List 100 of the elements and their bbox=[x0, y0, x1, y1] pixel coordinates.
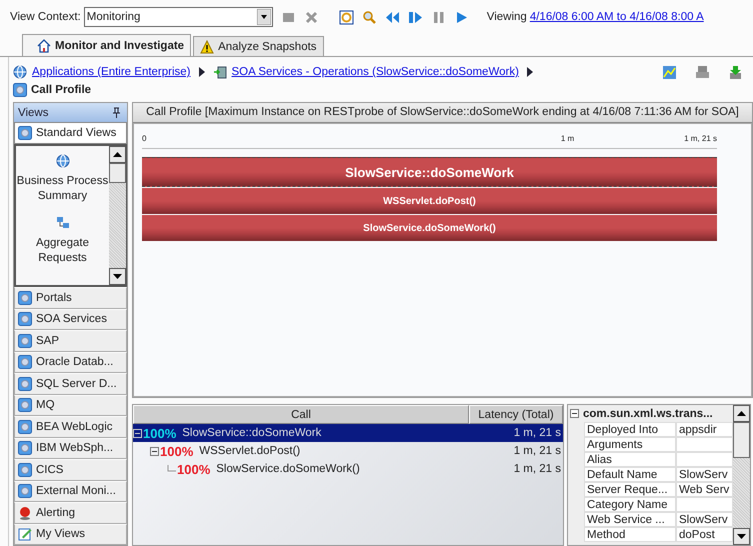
property-value: SlowServ bbox=[676, 467, 733, 482]
target-icon[interactable] bbox=[338, 10, 354, 24]
property-value: doPost bbox=[676, 527, 733, 542]
breadcrumb-link[interactable]: SOA Services - Operations (SlowService::doSomeWork) bbox=[232, 66, 519, 78]
scroll-down-icon[interactable] bbox=[109, 268, 126, 286]
property-name: Method bbox=[584, 527, 676, 542]
sidebar-section[interactable]: Standard Views bbox=[14, 122, 127, 144]
percent-value: 100% bbox=[143, 426, 176, 440]
view-icon bbox=[18, 376, 32, 391]
percent-value: 100% bbox=[177, 462, 210, 476]
viewing-label: Viewing bbox=[486, 11, 527, 23]
scrollbar[interactable] bbox=[733, 405, 750, 545]
sidebar-section[interactable]: Alerting bbox=[14, 502, 127, 524]
scroll-up-icon[interactable] bbox=[733, 405, 750, 422]
views-header: Views bbox=[14, 103, 127, 122]
property-value: appsdir bbox=[676, 422, 733, 437]
call-row[interactable]: 100% SlowService.doSomeWork() 1 m, 21 s bbox=[133, 460, 563, 478]
call-row[interactable]: 100% WSServlet.doPost() 1 m, 21 s bbox=[133, 442, 563, 460]
server-icon bbox=[212, 65, 227, 79]
sidebar-section[interactable]: My Views bbox=[14, 524, 127, 546]
rewind-icon[interactable] bbox=[384, 10, 400, 24]
axis-tick-label: 0 bbox=[142, 134, 146, 143]
call-row[interactable]: 100% SlowService::doSomeWork 1 m, 21 s bbox=[133, 424, 563, 442]
view-context-dropdown[interactable]: Monitoring bbox=[84, 7, 273, 27]
viewing-range-link[interactable]: 4/16/08 6:00 AM to 4/16/08 8:00 A bbox=[530, 11, 704, 23]
property-value bbox=[676, 497, 733, 512]
sidebar-section[interactable]: SAP bbox=[14, 330, 127, 352]
scroll-up-icon[interactable] bbox=[109, 146, 126, 163]
call-name: WSServlet.doPost() bbox=[199, 445, 300, 457]
view-icon bbox=[18, 462, 32, 477]
call-bar[interactable]: SlowService.doSomeWork() bbox=[142, 215, 717, 241]
collapse-icon[interactable] bbox=[570, 409, 579, 418]
chart-image-icon[interactable] bbox=[662, 64, 677, 80]
view-icon bbox=[18, 355, 32, 370]
delete-icon[interactable] bbox=[304, 10, 319, 24]
latency-value: 1 m, 21 s bbox=[512, 445, 562, 457]
tab[interactable]: Analyze Snapshots bbox=[193, 36, 324, 56]
column-header[interactable]: Latency (Total) bbox=[469, 405, 563, 424]
call-bar[interactable]: WSServlet.doPost() bbox=[142, 188, 717, 214]
view-icon bbox=[18, 290, 32, 305]
view-icon bbox=[18, 420, 32, 434]
view-item[interactable]: Business Process Summary bbox=[16, 154, 109, 204]
chevron-right-icon bbox=[526, 67, 533, 77]
view-icon bbox=[13, 83, 27, 97]
property-name: Alias bbox=[584, 452, 676, 467]
view-item[interactable]: Aggregate Requests bbox=[16, 216, 109, 266]
scroll-down-icon[interactable] bbox=[733, 528, 750, 545]
panel-title: Call Profile [Maximum Instance on RESTprobe of SlowService::doSomeWork ending at 4/16/08 7:11:36 AM for SOA] bbox=[133, 103, 752, 123]
latency-value: 1 m, 21 s bbox=[512, 463, 562, 475]
property-value bbox=[676, 452, 733, 467]
property-group-title: com.sun.xml.ws.trans... bbox=[583, 408, 713, 420]
axis-tick-label: 1 m bbox=[560, 134, 574, 143]
tree-line-icon bbox=[167, 464, 176, 474]
globe-icon bbox=[56, 154, 70, 168]
latency-value: 1 m, 21 s bbox=[512, 427, 562, 439]
call-name: SlowService.doSomeWork() bbox=[216, 463, 360, 475]
sidebar-section[interactable]: External Moni... bbox=[14, 480, 127, 502]
sidebar-section[interactable]: SOA Services bbox=[14, 308, 127, 330]
dropdown-arrow-icon bbox=[256, 9, 271, 25]
warning-icon bbox=[200, 40, 214, 54]
tab[interactable]: Monitor and Investigate bbox=[22, 34, 192, 56]
breadcrumb-link[interactable]: Applications (Entire Enterprise) bbox=[32, 66, 191, 78]
pin-icon[interactable] bbox=[112, 107, 121, 118]
printer-icon[interactable] bbox=[695, 64, 710, 80]
property-name: Default Name bbox=[584, 467, 676, 482]
sidebar-section[interactable]: BEA WebLogic bbox=[14, 416, 127, 438]
ball-icon bbox=[18, 506, 32, 520]
sidebar-section[interactable]: Portals bbox=[14, 287, 127, 309]
search-icon[interactable] bbox=[362, 10, 377, 24]
sidebar-section[interactable]: IBM WebSph... bbox=[14, 438, 127, 460]
chevron-right-icon bbox=[198, 67, 205, 77]
view-icon bbox=[18, 441, 32, 456]
view-icon bbox=[18, 484, 32, 498]
collapse-icon[interactable] bbox=[150, 446, 159, 456]
view-icon bbox=[18, 398, 32, 412]
sidebar-section[interactable]: MQ bbox=[14, 394, 127, 416]
sidebar-section[interactable]: Oracle Datab... bbox=[14, 352, 127, 374]
step-icon[interactable] bbox=[408, 10, 423, 24]
column-header[interactable]: Call bbox=[133, 405, 469, 424]
network-icon bbox=[56, 216, 70, 230]
view-icon bbox=[18, 334, 32, 348]
property-name: Web Service ... bbox=[584, 512, 676, 527]
call-name: SlowService::doSomeWork bbox=[182, 427, 322, 439]
collapse-icon[interactable] bbox=[133, 428, 142, 438]
notepad-pencil-icon bbox=[18, 527, 32, 542]
property-value: Web Serv bbox=[676, 482, 733, 497]
scrollbar[interactable] bbox=[109, 146, 126, 286]
axis-tick-label: 1 m, 21 s bbox=[684, 134, 717, 143]
sidebar-section[interactable]: CICS bbox=[14, 459, 127, 481]
sidebar-section[interactable]: SQL Server D... bbox=[14, 373, 127, 395]
view-context-label: View Context: bbox=[10, 11, 81, 23]
property-value bbox=[676, 437, 733, 452]
page-title: Call Profile bbox=[31, 84, 92, 96]
download-icon[interactable] bbox=[728, 64, 743, 80]
call-bar[interactable]: SlowService::doSomeWork bbox=[142, 157, 717, 187]
percent-value: 100% bbox=[160, 444, 194, 458]
scroll-thumb[interactable] bbox=[733, 422, 750, 458]
scroll-thumb[interactable] bbox=[109, 162, 126, 183]
property-name: Arguments bbox=[584, 437, 676, 452]
home-icon bbox=[37, 38, 51, 52]
